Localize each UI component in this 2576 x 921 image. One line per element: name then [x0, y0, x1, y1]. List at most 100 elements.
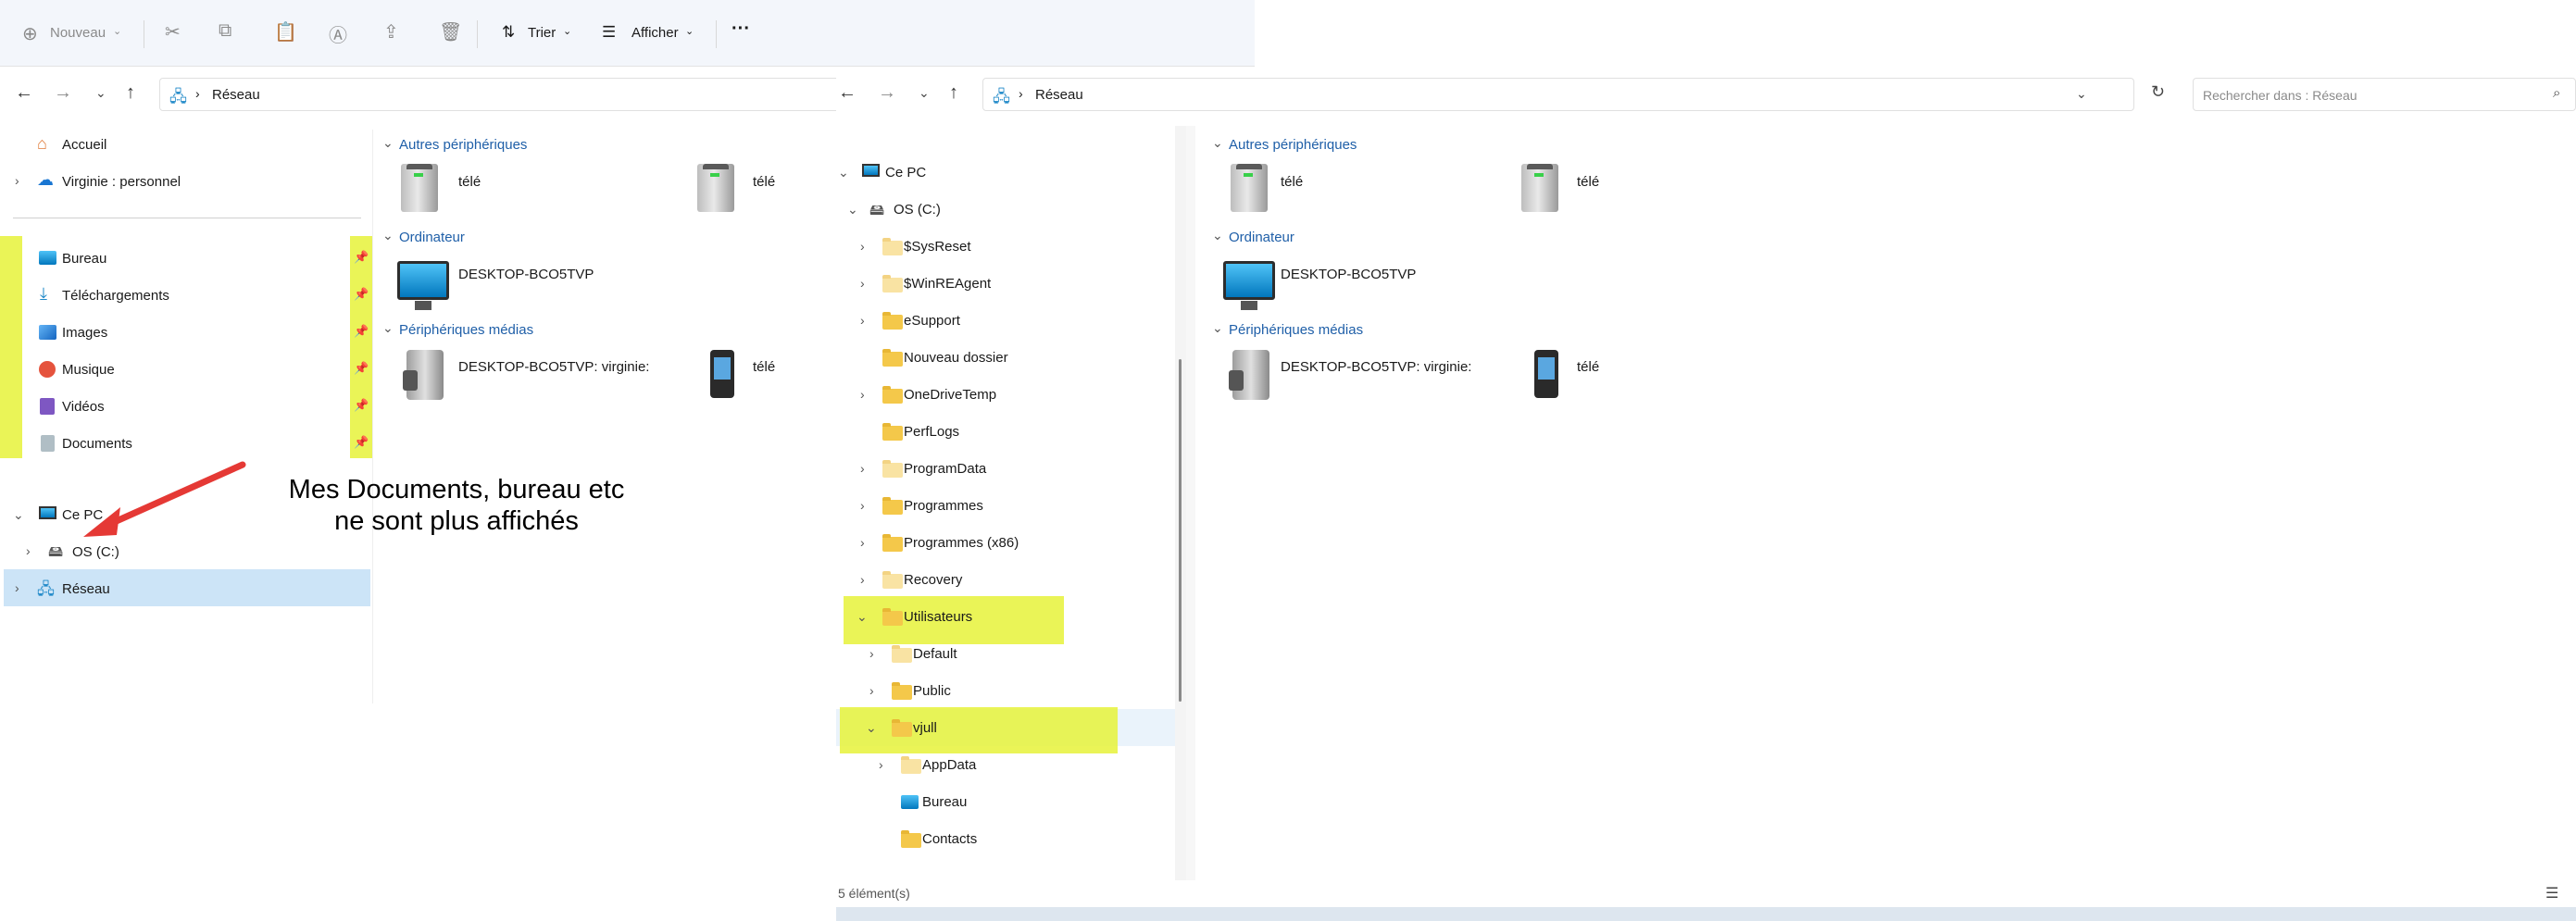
tree-user-folder[interactable]: Default: [913, 646, 957, 662]
address-dropdown-icon[interactable]: ⌄: [2076, 86, 2087, 102]
expand-chevron-icon[interactable]: ›: [860, 535, 865, 550]
forward-icon[interactable]: →: [878, 82, 896, 104]
nav-item-images[interactable]: Images 📌: [0, 315, 372, 352]
group-header-media[interactable]: Périphériques médias: [1229, 322, 1363, 338]
pin-icon[interactable]: 📌: [354, 287, 369, 302]
nav-onedrive[interactable]: Virginie : personnel: [62, 174, 181, 190]
tree-folder[interactable]: Programmes: [904, 498, 983, 514]
recent-locations-chevron-icon[interactable]: ⌄: [919, 85, 930, 101]
expand-chevron-icon[interactable]: ›: [860, 498, 865, 513]
media-label[interactable]: télé: [1577, 359, 1599, 375]
group-collapse-icon[interactable]: ⌄: [1212, 135, 1223, 151]
address-bar[interactable]: 🖧 › Réseau ⌄: [982, 78, 2134, 111]
group-header-other-devices[interactable]: Autres périphériques: [1229, 137, 1357, 153]
group-collapse-icon[interactable]: ⌄: [382, 135, 394, 151]
nav-network[interactable]: Réseau: [62, 581, 110, 597]
media-label[interactable]: télé: [753, 359, 775, 375]
cut-icon[interactable]: ✂: [165, 20, 181, 44]
tree-subfolder[interactable]: Contacts: [922, 831, 977, 847]
group-header-computer[interactable]: Ordinateur: [399, 230, 465, 245]
expand-chevron-icon[interactable]: ›: [860, 313, 865, 328]
expand-chevron-icon[interactable]: ›: [26, 543, 31, 558]
nav-drive[interactable]: OS (C:): [72, 544, 119, 560]
breadcrumb-location[interactable]: Réseau: [1035, 87, 1083, 103]
up-icon[interactable]: ↑: [949, 82, 958, 104]
media-label[interactable]: DESKTOP-BCO5TVP: virginie:: [1281, 359, 1471, 375]
device-label[interactable]: télé: [458, 174, 481, 190]
refresh-icon[interactable]: ↻: [2151, 82, 2165, 102]
address-bar[interactable]: 🖧 › Réseau: [159, 78, 844, 111]
device-label[interactable]: télé: [1577, 174, 1599, 190]
rename-icon[interactable]: Ⓐ: [329, 20, 347, 47]
media-label[interactable]: DESKTOP-BCO5TVP: virginie:: [458, 359, 649, 375]
forward-icon[interactable]: →: [54, 82, 72, 104]
view-button[interactable]: ☰ Afficher ⌄: [600, 20, 702, 46]
tree-folder[interactable]: Nouveau dossier: [904, 350, 1008, 366]
expand-chevron-icon[interactable]: ›: [879, 757, 883, 772]
nav-item-downloads[interactable]: ⤓ Téléchargements 📌: [0, 278, 372, 315]
tree-user-folder[interactable]: Public: [913, 683, 951, 699]
more-options-button[interactable]: ···: [732, 19, 750, 40]
details-view-icon[interactable]: ☰: [2545, 884, 2558, 902]
paste-icon[interactable]: 📋: [274, 20, 297, 44]
expand-chevron-icon[interactable]: ›: [869, 646, 874, 661]
up-icon[interactable]: ↑: [126, 82, 135, 104]
tree-folder[interactable]: $WinREAgent: [904, 276, 991, 292]
tree-subfolder[interactable]: AppData: [922, 757, 976, 773]
group-collapse-icon[interactable]: ⌄: [382, 320, 394, 336]
pin-icon[interactable]: 📌: [354, 324, 369, 339]
nav-item-videos[interactable]: Vidéos 📌: [0, 389, 372, 426]
expand-chevron-icon[interactable]: ›: [860, 239, 865, 254]
expand-chevron-icon[interactable]: ›: [860, 572, 865, 587]
collapse-chevron-icon[interactable]: ⌄: [13, 507, 24, 523]
tree-folder[interactable]: $SysReset: [904, 239, 971, 255]
group-header-media[interactable]: Périphériques médias: [399, 322, 533, 338]
tree-folder[interactable]: Programmes (x86): [904, 535, 1019, 551]
pin-icon[interactable]: 📌: [354, 361, 369, 376]
breadcrumb-location[interactable]: Réseau: [212, 87, 260, 103]
back-icon[interactable]: ←: [838, 82, 857, 104]
group-header-computer[interactable]: Ordinateur: [1229, 230, 1294, 245]
search-icon[interactable]: ⌕: [2553, 85, 2560, 101]
tree-folder-users[interactable]: Utilisateurs: [904, 609, 972, 625]
tree-scrollbar-thumb[interactable]: [1179, 359, 1182, 702]
nav-item-music[interactable]: Musique 📌: [0, 352, 372, 389]
expand-chevron-icon[interactable]: ›: [860, 461, 865, 476]
sort-button[interactable]: ⇅ Trier ⌄: [498, 20, 581, 46]
group-collapse-icon[interactable]: ⌄: [382, 228, 394, 243]
collapse-chevron-icon[interactable]: ⌄: [866, 720, 877, 736]
tree-scrollbar[interactable]: [1175, 126, 1186, 880]
computer-label[interactable]: DESKTOP-BCO5TVP: [458, 267, 594, 282]
expand-chevron-icon[interactable]: ›: [15, 173, 19, 188]
group-collapse-icon[interactable]: ⌄: [1212, 228, 1223, 243]
tree-subfolder[interactable]: Bureau: [922, 794, 967, 810]
copy-icon[interactable]: ⧉: [219, 20, 231, 42]
device-label[interactable]: télé: [753, 174, 775, 190]
share-icon[interactable]: ⇪: [383, 20, 399, 44]
pin-icon[interactable]: 📌: [354, 250, 369, 265]
search-box[interactable]: Rechercher dans : Réseau ⌕: [2193, 78, 2576, 111]
back-icon[interactable]: ←: [15, 82, 33, 104]
computer-label[interactable]: DESKTOP-BCO5TVP: [1281, 267, 1416, 282]
collapse-chevron-icon[interactable]: ⌄: [857, 609, 868, 625]
tree-user-folder-vjull[interactable]: vjull: [913, 720, 937, 736]
pin-icon[interactable]: 📌: [354, 435, 369, 450]
collapse-chevron-icon[interactable]: ⌄: [847, 202, 858, 218]
recent-locations-chevron-icon[interactable]: ⌄: [95, 85, 106, 101]
tree-folder[interactable]: OneDriveTemp: [904, 387, 996, 403]
expand-chevron-icon[interactable]: ›: [15, 580, 19, 595]
tree-drive[interactable]: OS (C:): [894, 202, 941, 218]
expand-chevron-icon[interactable]: ›: [860, 387, 865, 402]
group-header-other-devices[interactable]: Autres périphériques: [399, 137, 527, 153]
pin-icon[interactable]: 📌: [354, 398, 369, 413]
tree-folder[interactable]: ProgramData: [904, 461, 986, 477]
tree-folder[interactable]: Recovery: [904, 572, 962, 588]
nav-item-desktop[interactable]: Bureau 📌: [0, 241, 372, 278]
tree-folder[interactable]: eSupport: [904, 313, 960, 329]
group-collapse-icon[interactable]: ⌄: [1212, 320, 1223, 336]
device-label[interactable]: télé: [1281, 174, 1303, 190]
delete-icon[interactable]: 🗑: [439, 20, 462, 44]
new-button[interactable]: ⊕ Nouveau ⌄: [17, 20, 128, 46]
nav-home[interactable]: Accueil: [62, 137, 106, 153]
collapse-chevron-icon[interactable]: ⌄: [838, 165, 849, 180]
